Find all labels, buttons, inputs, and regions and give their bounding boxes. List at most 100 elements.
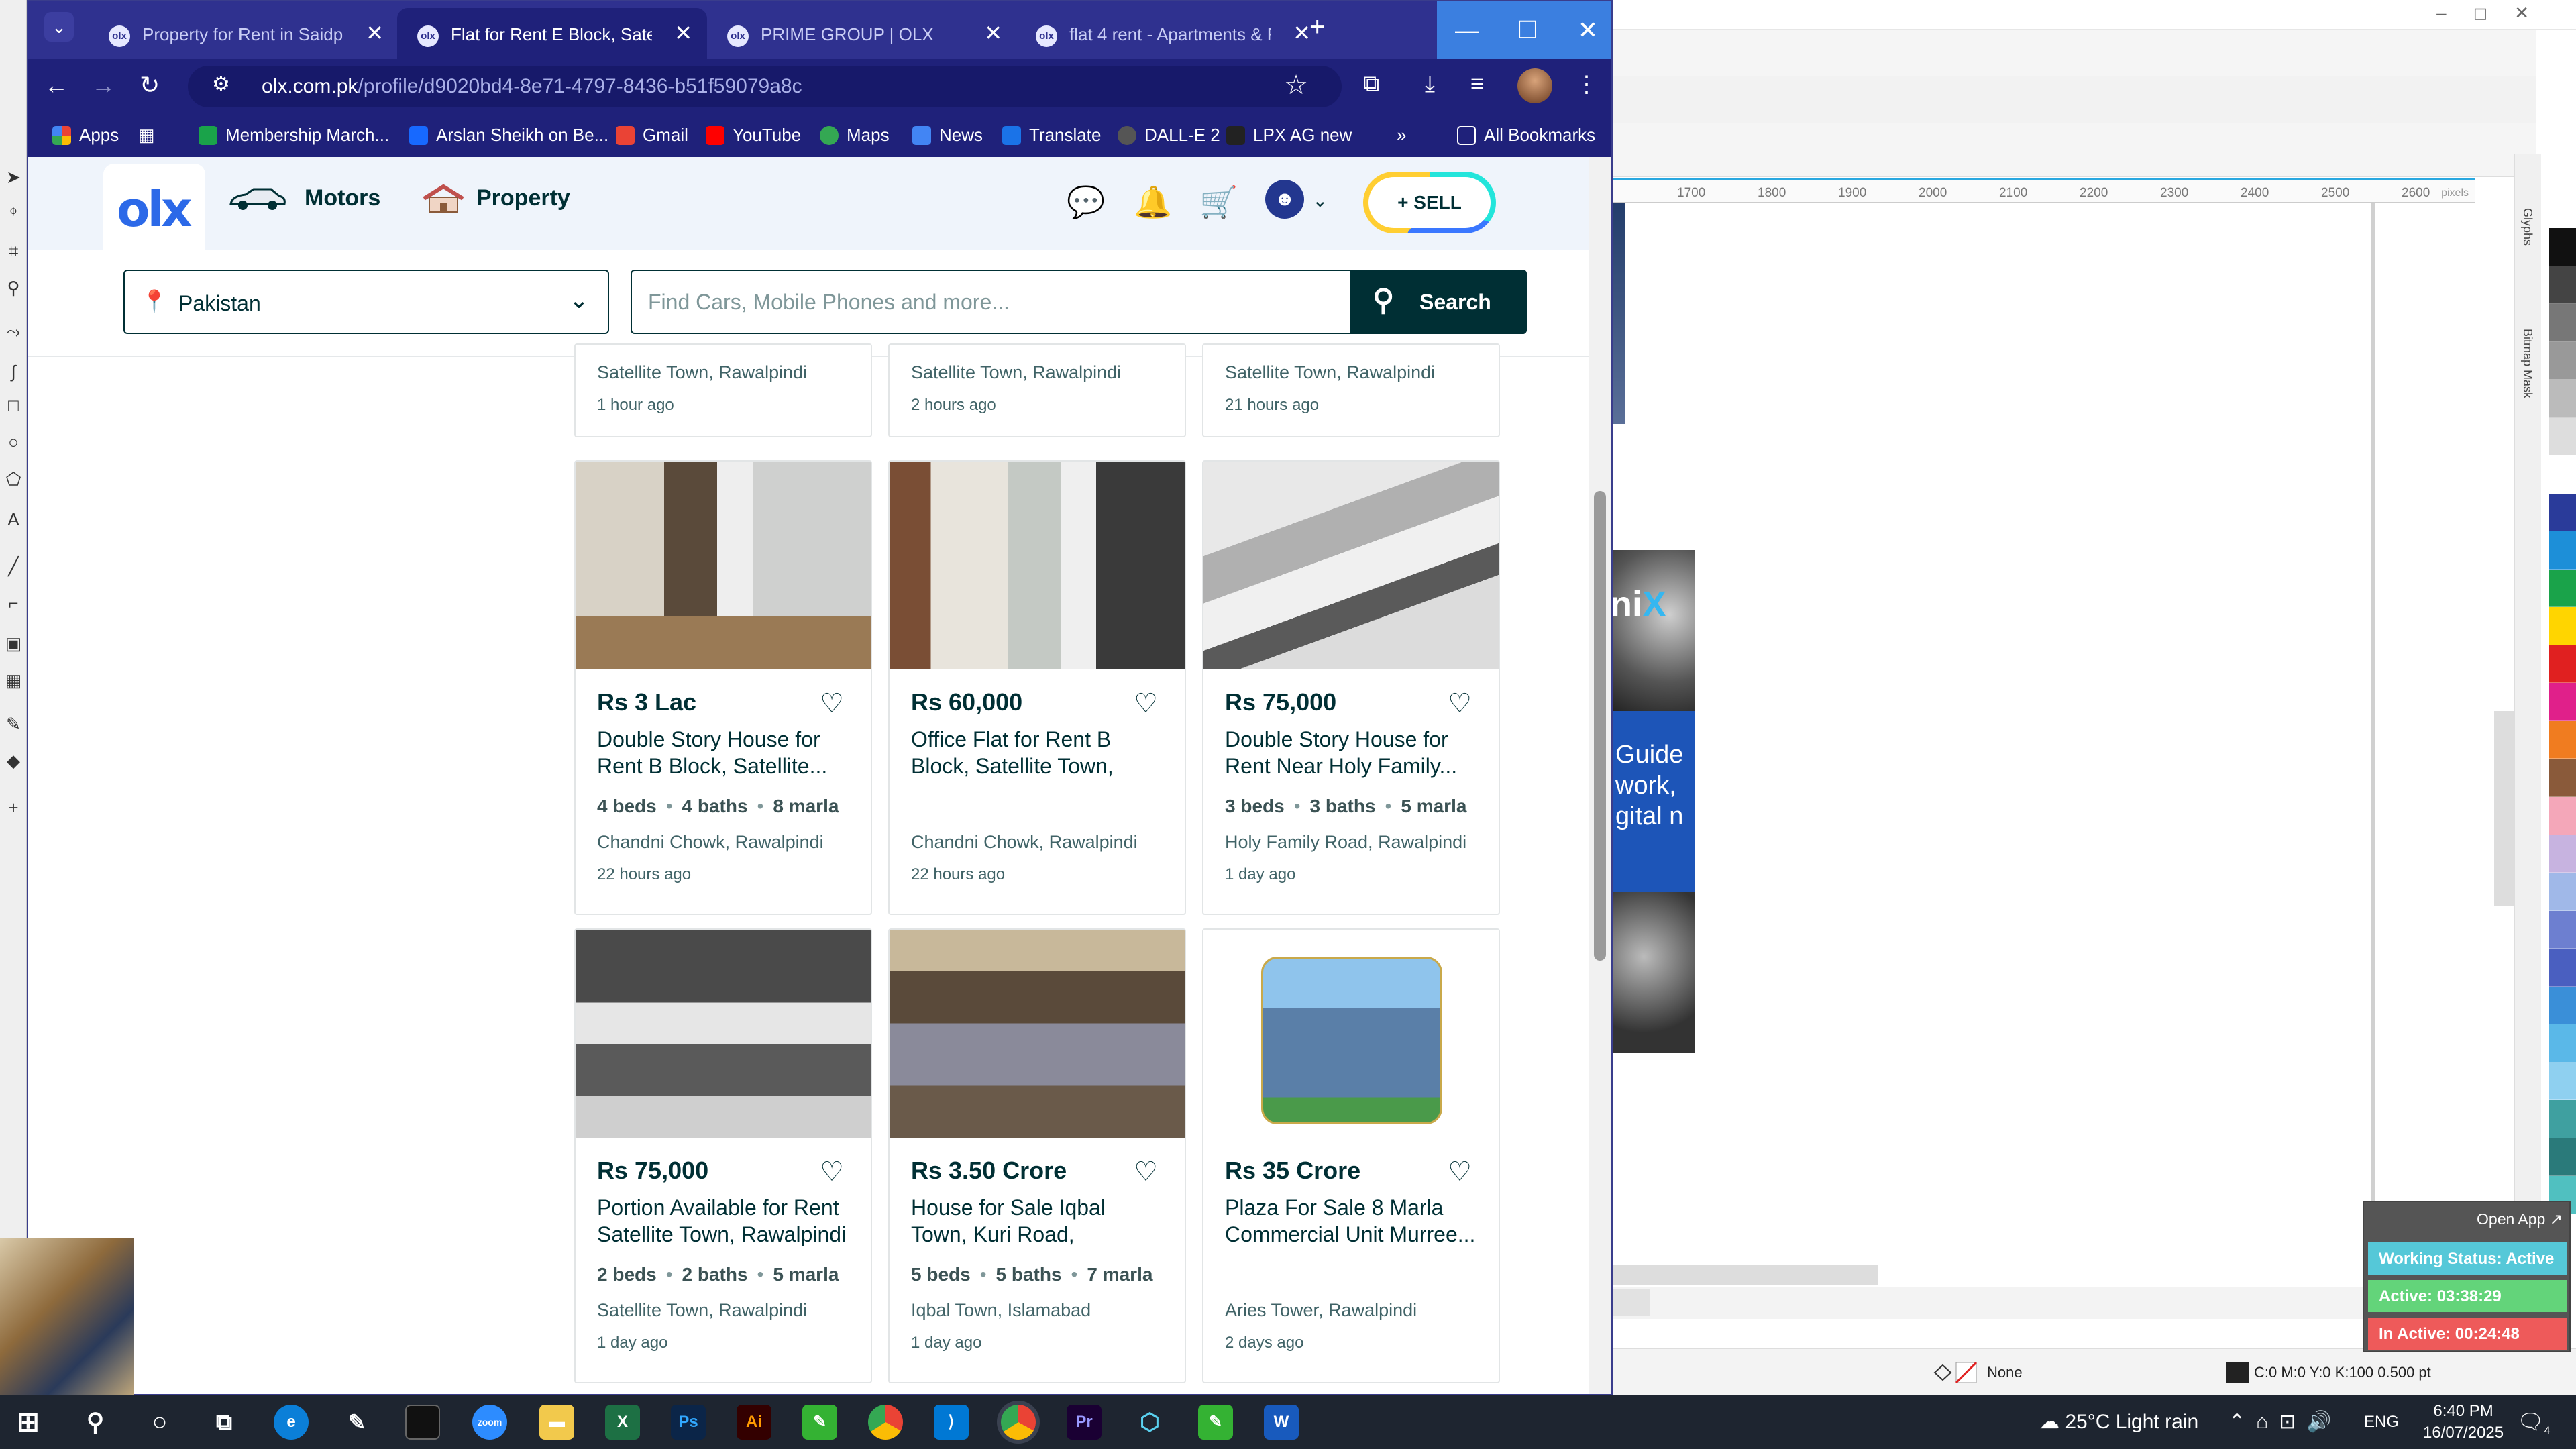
favorite-heart-icon[interactable]: ♡ (1448, 688, 1472, 719)
page-scrollbar-thumb[interactable] (1594, 491, 1606, 961)
listing-card[interactable]: Rs 3.50 Crore ♡ House for Sale Iqbal Tow… (888, 928, 1186, 1383)
forward-icon[interactable]: → (91, 71, 115, 99)
swatch[interactable] (2549, 417, 2576, 456)
docker-tab-glyphs[interactable]: Glyphs (2520, 208, 2534, 246)
listing-card[interactable]: Rs 75,000 ♡ Portion Available for Rent S… (574, 928, 872, 1383)
terminal-icon[interactable] (405, 1405, 440, 1440)
bookmark-apps[interactable]: Apps (52, 125, 119, 146)
site-info-icon[interactable]: ⚙ (212, 72, 230, 96)
swatch[interactable] (2549, 607, 2576, 645)
open-app-link[interactable]: Open App ↗ (2477, 1210, 2563, 1228)
swatch[interactable] (2549, 835, 2576, 873)
swatch[interactable] (2549, 683, 2576, 721)
swatch[interactable] (2549, 949, 2576, 987)
close-window-button[interactable]: ✕ (1558, 1, 1611, 59)
clock[interactable]: 6:40 PM 16/07/2025 (2423, 1401, 2504, 1444)
media-control-icon[interactable]: ≡ (1470, 71, 1484, 97)
start-windows-icon[interactable]: ⊞ (11, 1405, 46, 1440)
user-avatar[interactable]: ☻ (1265, 180, 1304, 219)
swatch[interactable] (2549, 1138, 2576, 1177)
new-tab-icon[interactable]: + (1309, 12, 1325, 42)
swatch[interactable] (2549, 266, 2576, 305)
canvas-photo[interactable] (1610, 892, 1695, 1053)
swatch[interactable] (2549, 1100, 2576, 1138)
swatch[interactable] (2549, 455, 2576, 494)
file-explorer-icon[interactable]: ▬ (539, 1405, 574, 1440)
swatch[interactable] (2549, 873, 2576, 911)
favorite-heart-icon[interactable]: ♡ (1134, 1157, 1158, 1187)
close-tab-icon[interactable]: ✕ (984, 20, 1002, 46)
word-icon[interactable]: W (1264, 1405, 1299, 1440)
minimize-button[interactable]: — (1437, 1, 1497, 59)
favorite-heart-icon[interactable]: ♡ (1134, 688, 1158, 719)
chrome-active-icon[interactable] (1001, 1405, 1036, 1440)
listing-card[interactable]: Satellite Town, Rawalpindi 1 hour ago (574, 343, 872, 437)
search-icon[interactable]: ⚲ (78, 1405, 113, 1440)
swatch[interactable] (2549, 304, 2576, 342)
swatch[interactable] (2549, 228, 2576, 266)
notifications-bell-icon[interactable]: 🔔 (1134, 184, 1172, 221)
photoshop-icon[interactable]: Ps (671, 1405, 706, 1440)
bookmark-item[interactable]: Arslan Sheikh on Be... (409, 125, 608, 146)
tab-search-icon[interactable]: ⌄ (44, 12, 74, 42)
swatch[interactable] (2549, 720, 2576, 759)
page-navigator-thumb[interactable] (1610, 1289, 1650, 1316)
swatch[interactable] (2549, 380, 2576, 418)
swatch[interactable] (2549, 569, 2576, 608)
listing-card[interactable]: Rs 60,000 ♡ Office Flat for Rent B Block… (888, 460, 1186, 915)
design-app-window-controls[interactable]: –◻✕ (2436, 3, 2556, 23)
premiere-icon[interactable]: Pr (1067, 1405, 1102, 1440)
listing-card[interactable]: Rs 35 Crore ♡ Plaza For Sale 8 Marla Com… (1202, 928, 1500, 1383)
swatch[interactable] (2549, 341, 2576, 380)
crop-tool-icon[interactable]: ⌗ (4, 241, 23, 260)
notification-center-icon[interactable]: 🗨4 (2517, 1409, 2551, 1437)
listing-card[interactable]: Satellite Town, Rawalpindi 21 hours ago (1202, 343, 1500, 437)
cart-icon[interactable]: 🛒 (1199, 184, 1238, 221)
canvas-vertical-scrollbar[interactable] (2494, 711, 2514, 906)
coreldraw-icon[interactable]: ✎ (802, 1405, 837, 1440)
olx-logo-tab[interactable]: olx (103, 164, 205, 250)
browser-tab[interactable]: olx PRIME GROUP | OLX ✕ (707, 8, 1017, 59)
listing-card[interactable]: Satellite Town, Rawalpindi 2 hours ago (888, 343, 1186, 437)
close-tab-icon[interactable]: ✕ (366, 20, 384, 46)
swatch[interactable] (2549, 645, 2576, 684)
edge-icon[interactable]: e (274, 1405, 309, 1440)
polygon-tool-icon[interactable]: ⬠ (4, 470, 23, 488)
design-canvas[interactable] (1610, 203, 2475, 1276)
excel-icon[interactable]: X (605, 1405, 640, 1440)
browser-tab-active[interactable]: olx Flat for Rent E Block, Satellite ✕ (397, 8, 707, 59)
language-indicator[interactable]: ENG (2364, 1413, 2399, 1432)
swatch[interactable] (2549, 796, 2576, 835)
vscode-icon[interactable]: ⟩ (934, 1405, 969, 1440)
app-icon[interactable]: ⬡ (1132, 1405, 1167, 1440)
illustrator-icon[interactable]: Ai (737, 1405, 771, 1440)
bookmark-item[interactable]: Maps (820, 125, 890, 146)
transparency-tool-icon[interactable]: ▦ (4, 671, 23, 690)
location-selector[interactable]: 📍 Pakistan ⌄ (123, 270, 609, 334)
zoom-icon[interactable]: zoom (472, 1405, 507, 1440)
chat-icon[interactable]: 💬 (1067, 184, 1105, 221)
add-tool-icon[interactable]: + (4, 798, 23, 817)
weather-widget[interactable]: ☁ 25°C Light rain (2039, 1410, 2198, 1434)
system-tray-icons[interactable]: ⌃⌂⊡🔊 (2229, 1410, 2343, 1434)
chevron-down-icon[interactable]: ⌄ (1312, 189, 1328, 211)
bookmark-item[interactable]: YouTube (706, 125, 801, 146)
swatch[interactable] (2549, 910, 2576, 949)
bookmark-item[interactable]: LPX AG new (1226, 125, 1352, 146)
close-tab-icon[interactable]: ✕ (1293, 20, 1311, 46)
bookmark-item[interactable]: Membership March... (199, 125, 389, 146)
favorite-heart-icon[interactable]: ♡ (820, 1157, 844, 1187)
swatch[interactable] (2549, 1062, 2576, 1101)
browser-menu-icon[interactable]: ⋮ (1575, 71, 1598, 98)
download-icon[interactable]: ⤓ (1425, 71, 1435, 97)
reload-icon[interactable]: ↻ (140, 71, 160, 99)
shape-tool-icon[interactable]: ⌖ (4, 201, 23, 220)
all-bookmarks[interactable]: All Bookmarks (1457, 125, 1595, 146)
rectangle-tool-icon[interactable]: □ (4, 396, 23, 415)
zoom-tool-icon[interactable]: ⚲ (4, 278, 23, 297)
property-link[interactable]: Property (476, 185, 570, 211)
favorite-heart-icon[interactable]: ♡ (1448, 1157, 1472, 1187)
canvas-text-block[interactable]: Guide work, gital n (1610, 711, 1695, 892)
swatch[interactable] (2549, 759, 2576, 797)
swatch[interactable] (2549, 1024, 2576, 1063)
